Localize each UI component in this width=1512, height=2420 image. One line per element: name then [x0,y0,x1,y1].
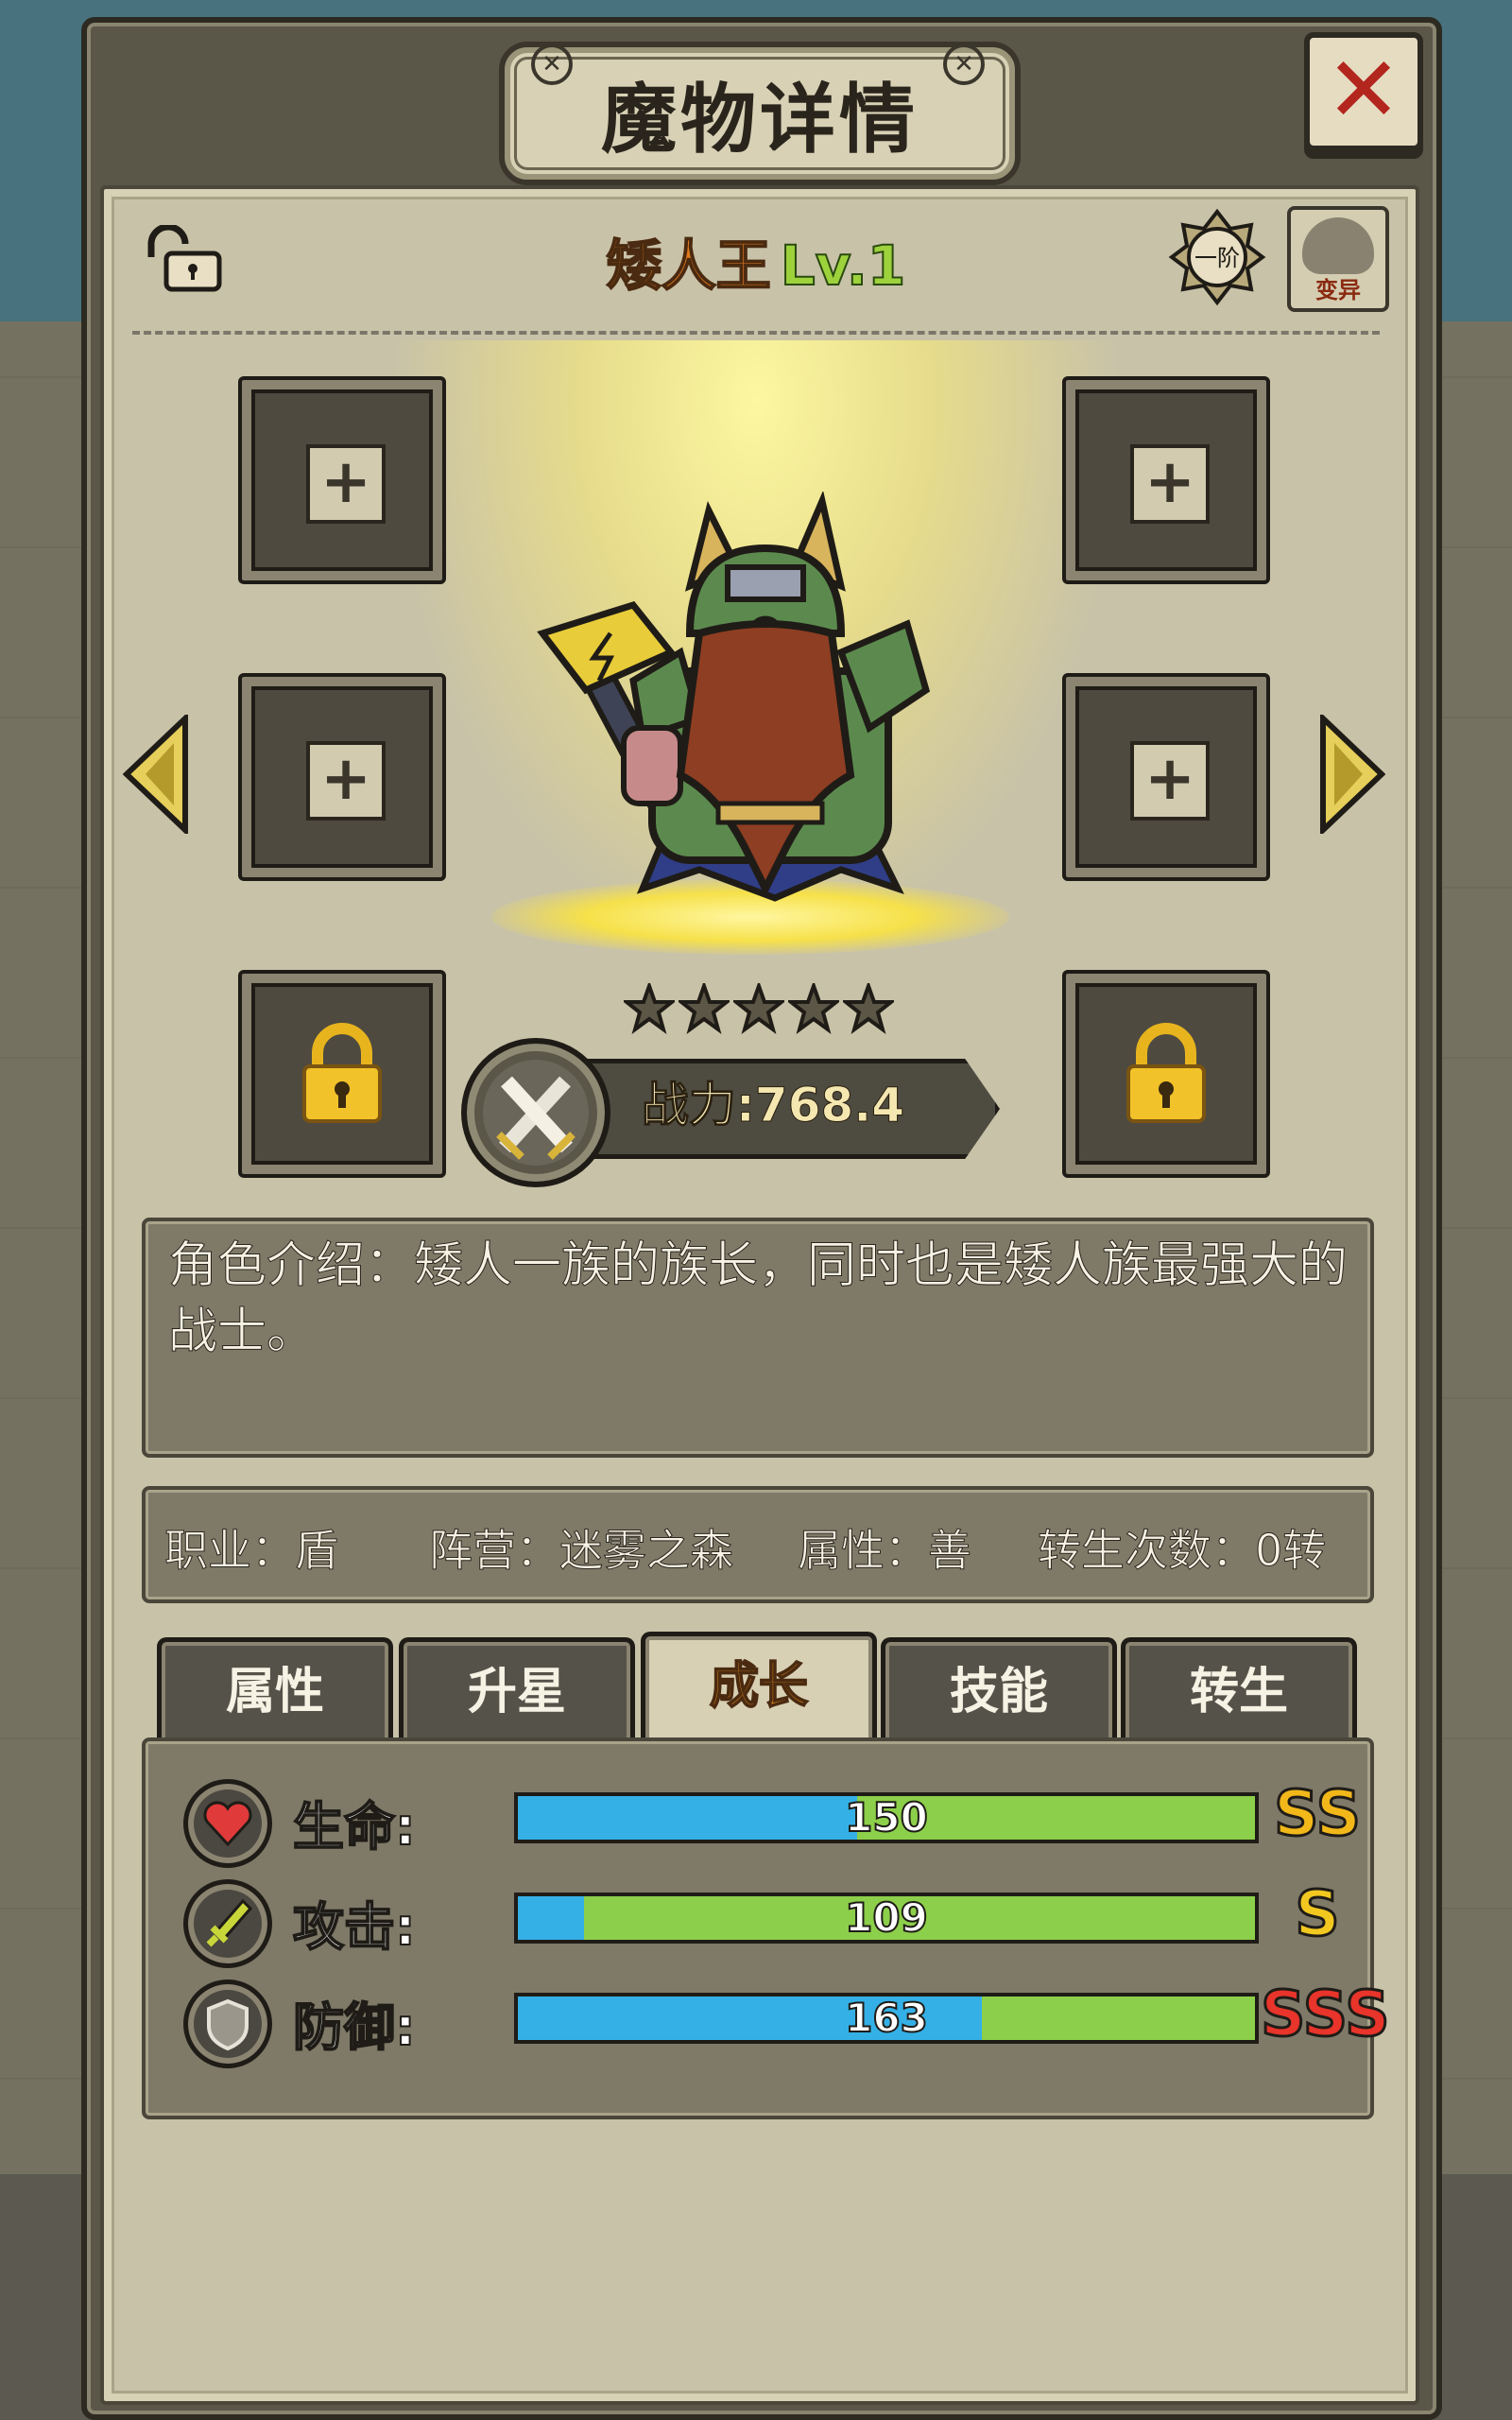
description-box: 角色介绍：矮人一族的族长，同时也是矮人族最强大的战士。 [142,1218,1374,1458]
attribute-info: 属性：善 [798,1525,972,1577]
previous-monster-arrow-icon[interactable] [123,715,189,834]
shield-icon [183,1979,272,2068]
stat-value: 150 [844,1794,929,1841]
tab-growth[interactable]: 成长 [641,1632,877,1742]
star-rating [624,983,898,1036]
monster-level: Lv.1 [780,233,906,299]
star-icon [624,983,675,1034]
star-icon [843,983,894,1034]
rank-label: 一阶 [1194,245,1240,271]
add-equipment-icon[interactable]: + [306,444,386,524]
equip-slot-1[interactable]: + [238,376,446,584]
equip-slot-2[interactable]: + [1062,376,1270,584]
title-ornament-icon: ✕ [531,43,573,85]
mutate-button[interactable]: 变异 [1287,206,1389,312]
star-icon [788,983,839,1034]
equip-slot-locked-1[interactable] [238,970,446,1178]
unlocked-padlock-icon[interactable] [138,225,225,293]
monster-name: 矮人王 [606,233,772,299]
add-equipment-icon[interactable]: + [306,741,386,821]
info-box: 职业：盾 阵营：迷雾之森 属性：善 转生次数：0转 [142,1486,1374,1603]
mutate-label: 变异 [1315,277,1361,303]
stat-row-hp: 生命: 150 SS [183,1776,1363,1870]
tab-attributes[interactable]: 属性 [157,1637,393,1742]
power-value: 战力:768.4 [641,1078,905,1133]
stat-grade: SS [1272,1776,1362,1852]
growth-stats: 生命: 150 SS 攻击: 109 S 防御: 163 SSS [142,1737,1391,2119]
tab-skills[interactable]: 技能 [881,1637,1117,1742]
padlock-icon [302,1023,382,1123]
equip-slot-locked-2[interactable] [1062,970,1270,1178]
add-equipment-icon[interactable]: + [1130,741,1210,821]
rank-badge[interactable]: 一阶 [1168,208,1266,306]
stat-value: 163 [844,1995,929,2041]
stat-label: 防御: [292,1996,417,2058]
tab-star-up[interactable]: 升星 [399,1637,635,1742]
padlock-icon [1126,1023,1206,1123]
stat-row-attack: 攻击: 109 S [183,1876,1346,1970]
tab-rebirth[interactable]: 转生 [1121,1637,1357,1742]
next-monster-arrow-icon[interactable] [1319,715,1385,834]
crossed-swords-icon [461,1038,610,1187]
stat-grade: SSS [1260,1977,1392,2052]
stat-label: 生命: [292,1796,417,1858]
page-title: 魔物详情 [601,76,919,164]
stat-grade: S [1294,1876,1342,1952]
camp-info: 阵营：迷雾之森 [429,1525,734,1577]
star-icon [733,983,784,1034]
stat-bar: 163 [514,1993,1259,2044]
close-button[interactable]: ✕ [1304,32,1423,151]
title-ornament-icon: ✕ [943,43,985,85]
heart-icon [183,1779,272,1868]
job-info: 职业：盾 [164,1525,339,1577]
equip-slot-3[interactable]: + [238,673,446,881]
dwarf-king-character [537,492,931,902]
rebirth-info: 转生次数：0转 [1037,1525,1327,1577]
divider [132,331,1380,335]
combat-power: 战力:768.4 [461,1038,1028,1187]
stat-value: 109 [844,1894,929,1941]
equip-slot-4[interactable]: + [1062,673,1270,881]
character-description: 角色介绍：矮人一族的族长，同时也是矮人族最强大的战士。 [168,1237,1349,1361]
star-icon [679,983,730,1034]
stat-bar: 109 [514,1893,1259,1944]
add-equipment-icon[interactable]: + [1130,444,1210,524]
stat-row-defense: 防御: 163 SSS [183,1977,1391,2070]
stat-label: 攻击: [292,1896,417,1958]
stat-bar: 150 [514,1792,1259,1843]
mutate-face-icon [1302,217,1374,274]
monster-name-line: 矮人王 Lv.1 [567,221,945,301]
sword-icon [183,1879,272,1968]
